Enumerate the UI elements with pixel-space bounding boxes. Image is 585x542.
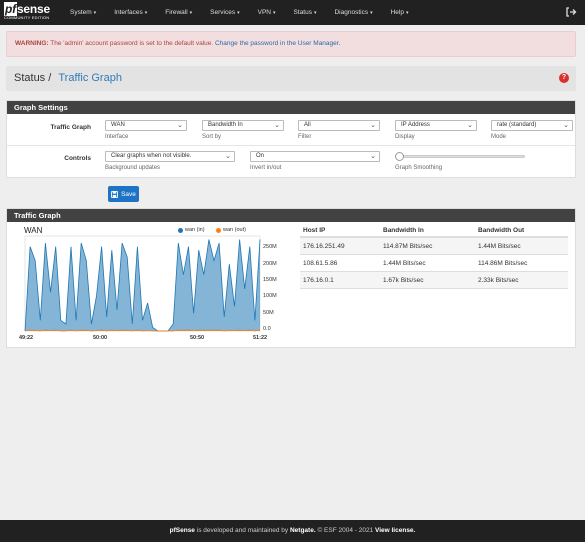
x-tick: 50:00: [93, 335, 108, 341]
cell-bandwidth-out: 1.44M Bits/sec: [478, 242, 521, 250]
host-bandwidth-table: Host IP Bandwidth In Bandwidth Out 176.1…: [300, 224, 568, 289]
footer-copyright: © ESF 2004 - 2021: [315, 527, 375, 534]
y-tick: 250M: [263, 244, 277, 250]
header-bandwidth-in: Bandwidth In: [383, 227, 424, 234]
cell-bandwidth-out: 2.33k Bits/sec: [478, 276, 519, 284]
cell-bandwidth-in: 1.44M Bits/sec: [383, 259, 426, 267]
x-tick: 50:50: [190, 335, 205, 341]
header-host-ip: Host IP: [303, 227, 326, 234]
y-tick: 50M: [263, 310, 274, 316]
x-tick: 49:22: [19, 335, 34, 341]
y-tick: 150M: [263, 277, 277, 283]
x-tick: 51:22: [253, 335, 268, 341]
header-bandwidth-out: Bandwidth Out: [478, 227, 525, 234]
table-row: 176.16.0.1 1.67k Bits/sec 2.33k Bits/sec: [300, 272, 568, 289]
table-header: Host IP Bandwidth In Bandwidth Out: [300, 224, 568, 238]
page-footer: pfSense is developed and maintained by N…: [0, 520, 585, 542]
netgate-link[interactable]: Netgate.: [290, 527, 316, 534]
footer-brand: pfSense: [169, 527, 195, 534]
cell-host-ip: 108.61.5.86: [303, 259, 338, 267]
cell-host-ip: 176.16.0.1: [303, 276, 334, 284]
cell-bandwidth-out: 114.86M Bits/sec: [478, 259, 528, 267]
cell-bandwidth-in: 1.67k Bits/sec: [383, 276, 424, 284]
license-link[interactable]: View license.: [375, 527, 415, 534]
cell-host-ip: 176.16.251.49: [303, 242, 345, 250]
cell-bandwidth-in: 114.87M Bits/sec: [383, 242, 433, 250]
table-row: 108.61.5.86 1.44M Bits/sec 114.86M Bits/…: [300, 255, 568, 272]
y-tick: 0.0: [263, 326, 271, 332]
footer-text: is developed and maintained by: [194, 527, 290, 534]
y-tick: 100M: [263, 293, 277, 299]
y-tick: 200M: [263, 261, 277, 267]
table-row: 176.16.251.49 114.87M Bits/sec 1.44M Bit…: [300, 238, 568, 255]
